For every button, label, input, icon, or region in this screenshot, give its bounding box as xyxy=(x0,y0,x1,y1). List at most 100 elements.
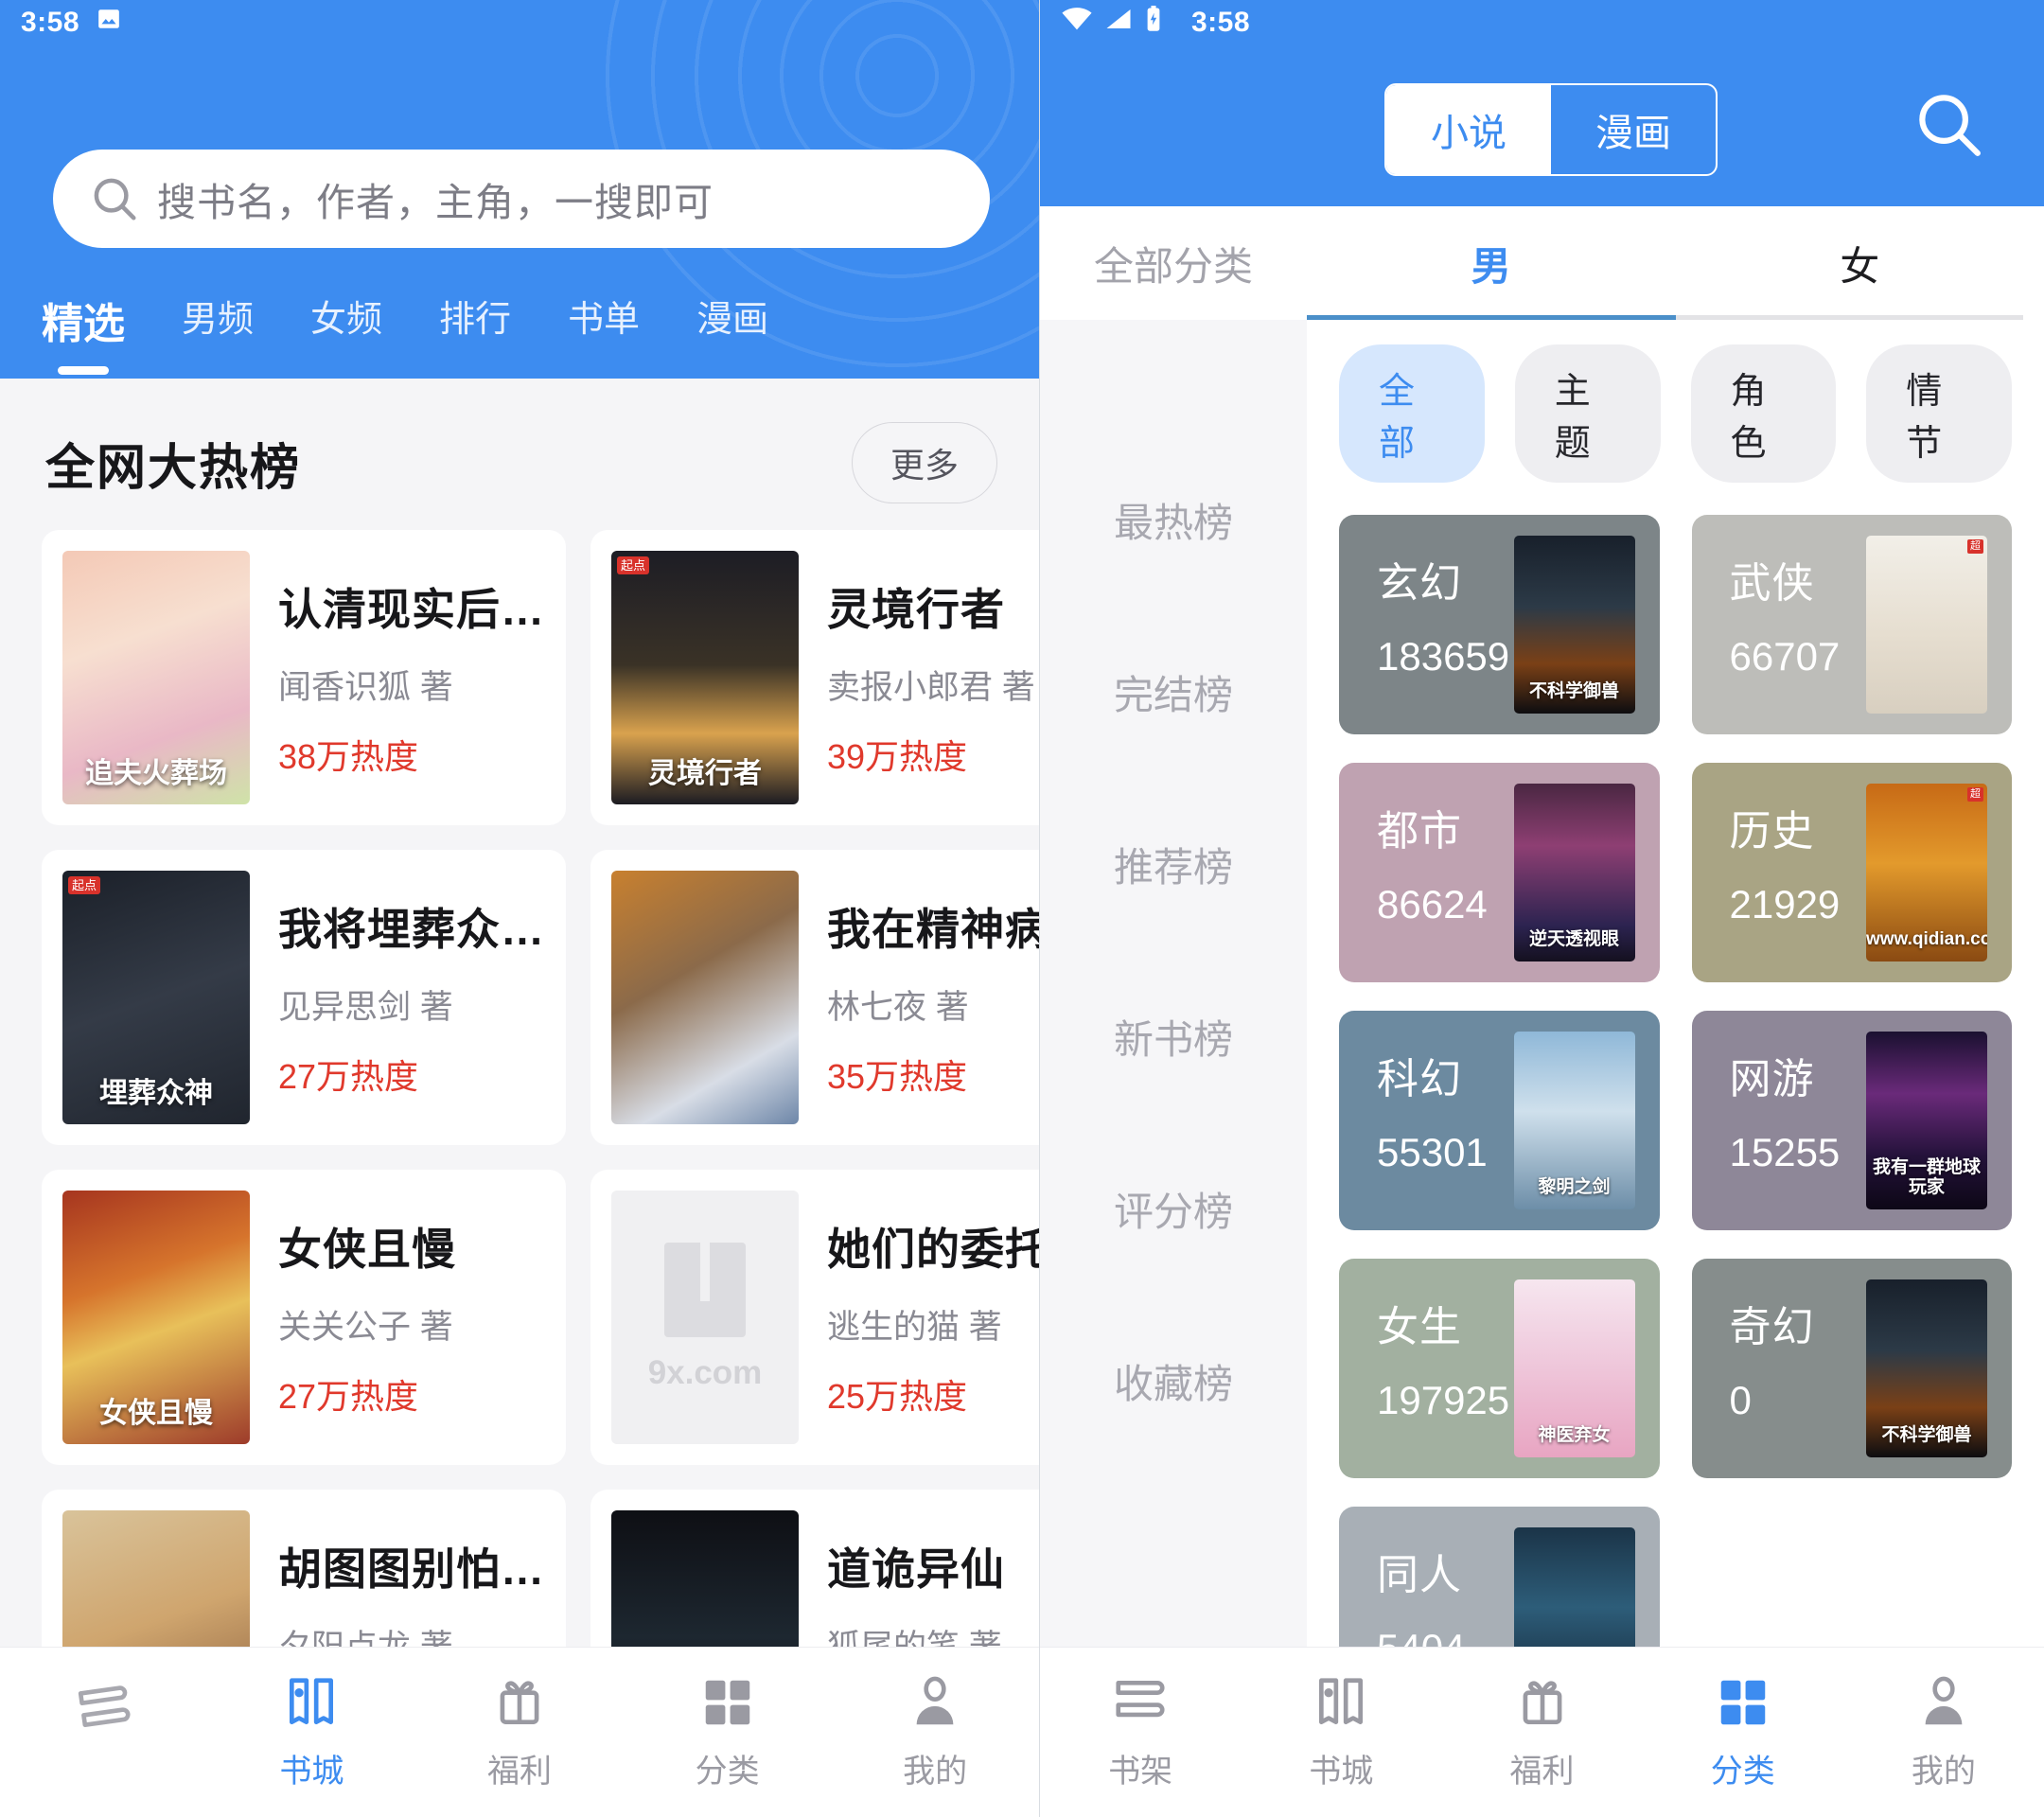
nav-label: 分类 xyxy=(1711,1745,1775,1791)
book-heat: 35万热度 xyxy=(827,1050,1039,1099)
bottom-nav-left: 书架书城福利 分类我的 xyxy=(0,1647,1039,1817)
book-card[interactable]: 胡图图别怕…夕阳点龙 著 xyxy=(42,1490,566,1647)
book-info: 我将埋葬众…见异思剑 著27万热度 xyxy=(250,871,545,1099)
book-card[interactable]: 道诡异仙狐尾的笔 著 xyxy=(590,1490,1039,1647)
tab-jingxuan[interactable]: 精选 xyxy=(34,284,132,350)
book-card[interactable]: 追夫火葬场认清现实后…闻香识狐 著38万热度 xyxy=(42,530,566,825)
cover-title-text: 女侠且慢 xyxy=(62,1398,250,1429)
bookstore-icon xyxy=(1312,1673,1370,1732)
status-bar-left: 3:58 xyxy=(0,0,1039,45)
category-card-同人[interactable]: 同人5404 xyxy=(1339,1507,1660,1647)
nav-item-分类[interactable]: 分类 xyxy=(624,1673,832,1791)
book-card[interactable]: 起点埋葬众神我将埋葬众…见异思剑 著27万热度 xyxy=(42,850,566,1145)
book-card[interactable]: 起点灵境行者灵境行者卖报小郎君 著39万热度 xyxy=(590,530,1039,825)
book-author: 见异思剑 著 xyxy=(278,980,545,1029)
nav-item-书城[interactable]: 书城 xyxy=(1241,1673,1441,1791)
status-time: 3:58 xyxy=(1191,7,1250,39)
bookshelf-icon xyxy=(1111,1673,1170,1732)
nav-label: 书架 xyxy=(1108,1745,1172,1791)
book-info: 道诡异仙狐尾的笔 著 xyxy=(799,1510,1039,1647)
nav-item-我的[interactable]: 我的 xyxy=(831,1673,1039,1791)
book-author: 逃生的猫 著 xyxy=(827,1300,1039,1349)
left-tab-bar: 精选 男频 女频 排行 书单 漫画 xyxy=(0,284,1039,350)
person-icon xyxy=(906,1673,964,1732)
nav-label: 我的 xyxy=(903,1745,967,1791)
book-card[interactable]: 9x.com她们的委托…逃生的猫 著25万热度 xyxy=(590,1170,1039,1465)
search-bar[interactable]: 搜书名，作者，主角，一搜即可 xyxy=(53,150,990,248)
filter-chip-角色[interactable]: 角色 xyxy=(1691,344,1837,483)
book-info: 我在精神病…林七夜 著35万热度 xyxy=(799,871,1039,1099)
tab-shudan[interactable]: 书单 xyxy=(560,284,647,342)
tab-nanpin[interactable]: 男频 xyxy=(174,284,261,342)
nav-item-书架[interactable]: 书架 xyxy=(1040,1673,1241,1791)
search-input[interactable]: 搜书名，作者，主角，一搜即可 xyxy=(157,170,714,227)
signal-icon xyxy=(1104,7,1133,39)
book-info: 认清现实后…闻香识狐 著38万热度 xyxy=(250,551,545,779)
tab-manhua[interactable]: 漫画 xyxy=(689,284,776,342)
left-header: 3:58 搜书名，作者，主角，一搜即可 精选 男频 女频 排行 书单 漫画 xyxy=(0,0,1039,379)
nav-item-书城[interactable]: 书城 xyxy=(208,1673,416,1791)
tab-nvpin[interactable]: 女频 xyxy=(303,284,390,342)
tab-male[interactable]: 男 xyxy=(1307,206,1676,320)
book-cover: 起点灵境行者 xyxy=(611,551,799,804)
bookstore-icon xyxy=(282,1673,341,1732)
thumbnail-title: 神医弃女 xyxy=(1514,1426,1635,1446)
category-card-都市[interactable]: 都市86624逆天透视眼 xyxy=(1339,763,1660,982)
all-categories-label[interactable]: 全部分类 xyxy=(1040,235,1307,292)
bookstore-panel: 3:58 搜书名，作者，主角，一搜即可 精选 男频 女频 排行 书单 漫画 xyxy=(0,0,1039,1817)
category-card-科幻[interactable]: 科幻55301黎明之剑 xyxy=(1339,1011,1660,1230)
section-header: 全网大热榜 更多 xyxy=(0,379,1039,530)
category-card-武侠[interactable]: 武侠66707超 xyxy=(1692,515,2013,734)
status-time: 3:58 xyxy=(21,7,79,39)
toggle-comic[interactable]: 漫画 xyxy=(1551,85,1716,174)
rank-item-评分榜[interactable]: 评分榜 xyxy=(1040,1122,1307,1295)
wifi-icon xyxy=(1061,7,1093,39)
book-author: 林七夜 著 xyxy=(827,980,1039,1029)
right-content: 最热榜完结榜推荐榜新书榜评分榜收藏榜 全部主题角色情节 玄幻183659不科学御… xyxy=(1040,320,2044,1647)
thumbnail-title: 不科学御兽 xyxy=(1514,682,1635,702)
rank-item-收藏榜[interactable]: 收藏榜 xyxy=(1040,1295,1307,1467)
filter-chip-情节[interactable]: 情节 xyxy=(1866,344,2012,483)
super-badge: 超 xyxy=(1967,539,1983,554)
tab-paihang[interactable]: 排行 xyxy=(432,284,519,342)
book-title: 我将埋葬众… xyxy=(278,895,545,958)
category-thumbnail: 黎明之剑 xyxy=(1514,1032,1635,1209)
thumbnail-title: www.qidian.com xyxy=(1866,930,1987,950)
category-card-女生[interactable]: 女生197925神医弃女 xyxy=(1339,1259,1660,1478)
rank-item-新书榜[interactable]: 新书榜 xyxy=(1040,950,1307,1122)
filter-chip-主题[interactable]: 主题 xyxy=(1515,344,1661,483)
tab-female[interactable]: 女 xyxy=(1676,206,2044,320)
content-type-toggle[interactable]: 小说 漫画 xyxy=(1384,83,1718,176)
book-title: 灵境行者 xyxy=(827,575,1039,638)
search-icon xyxy=(89,173,140,224)
nav-item-福利[interactable]: 福利 xyxy=(1441,1673,1642,1791)
category-card-玄幻[interactable]: 玄幻183659不科学御兽 xyxy=(1339,515,1660,734)
rank-item-最热榜[interactable]: 最热榜 xyxy=(1040,433,1307,606)
right-header: 3:58 小说 漫画 xyxy=(1040,0,2044,206)
book-card[interactable]: 女侠且慢女侠且慢关关公子 著27万热度 xyxy=(42,1170,566,1465)
category-card-历史[interactable]: 历史21929超www.qidian.com xyxy=(1692,763,2013,982)
battery-icon xyxy=(1144,6,1163,40)
category-thumbnail: 不科学御兽 xyxy=(1866,1279,1987,1457)
rank-item-推荐榜[interactable]: 推荐榜 xyxy=(1040,778,1307,950)
category-card-奇幻[interactable]: 奇幻0不科学御兽 xyxy=(1692,1259,2013,1478)
nav-item-书架[interactable]: 书架 xyxy=(0,1673,208,1791)
nav-label: 福利 xyxy=(487,1745,552,1791)
nav-item-福利[interactable]: 福利 xyxy=(415,1673,624,1791)
more-button[interactable]: 更多 xyxy=(852,422,997,503)
book-card[interactable]: 我在精神病…林七夜 著35万热度 xyxy=(590,850,1039,1145)
nav-item-我的[interactable]: 我的 xyxy=(1843,1673,2044,1791)
category-thumbnail: 超www.qidian.com xyxy=(1866,784,1987,961)
search-icon[interactable] xyxy=(1912,87,1985,161)
book-cover: 追夫火葬场 xyxy=(62,551,250,804)
category-thumbnail: 超 xyxy=(1866,536,1987,714)
rank-item-完结榜[interactable]: 完结榜 xyxy=(1040,606,1307,778)
nav-label: 书城 xyxy=(1309,1745,1373,1791)
nav-item-分类[interactable]: 分类 xyxy=(1643,1673,1843,1791)
filter-chip-全部[interactable]: 全部 xyxy=(1339,344,1485,483)
category-card-网游[interactable]: 网游15255我有一群地球玩家 xyxy=(1692,1011,2013,1230)
book-cover xyxy=(611,1510,799,1647)
grid-icon xyxy=(698,1673,757,1732)
book-title: 她们的委托… xyxy=(827,1215,1039,1278)
toggle-novel[interactable]: 小说 xyxy=(1386,85,1551,174)
